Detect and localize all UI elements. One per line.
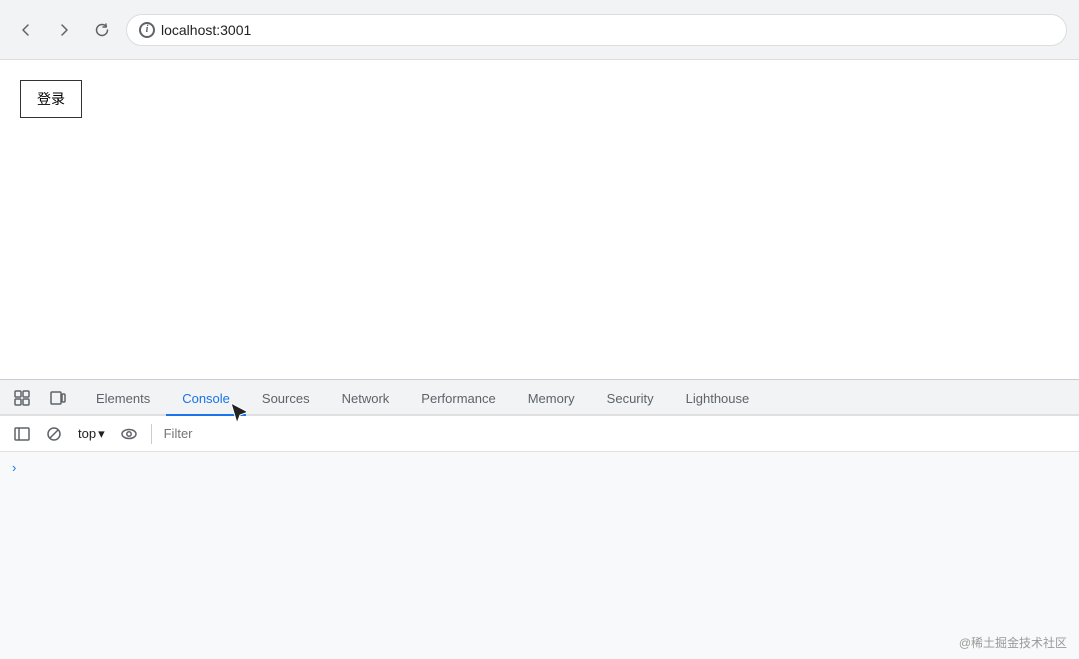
devtools-tab-bar: Elements Console Sources Network Perform…	[0, 380, 1079, 416]
login-button[interactable]: 登录	[20, 80, 82, 118]
toolbar-divider	[151, 424, 152, 444]
url-display: localhost:3001	[161, 22, 251, 38]
forward-button[interactable]	[50, 16, 78, 44]
sidebar-toggle-button[interactable]	[8, 420, 36, 448]
reload-button[interactable]	[88, 16, 116, 44]
tab-network[interactable]: Network	[326, 383, 406, 416]
tab-performance[interactable]: Performance	[405, 383, 511, 416]
tab-sources[interactable]: Sources	[246, 383, 326, 416]
page-content: 登录	[0, 60, 1079, 379]
browser-chrome: i localhost:3001	[0, 0, 1079, 60]
address-bar[interactable]: i localhost:3001	[126, 14, 1067, 46]
tab-security[interactable]: Security	[591, 383, 670, 416]
tab-elements[interactable]: Elements	[80, 383, 166, 416]
tab-console[interactable]: Console	[166, 383, 246, 416]
back-button[interactable]	[12, 16, 40, 44]
context-dropdown[interactable]: top ▾	[72, 424, 111, 444]
tab-memory[interactable]: Memory	[512, 383, 591, 416]
tab-lighthouse[interactable]: Lighthouse	[670, 383, 766, 416]
dropdown-arrow-icon: ▾	[98, 426, 105, 442]
context-label: top	[78, 426, 96, 441]
device-toolbar-icon[interactable]	[42, 382, 74, 414]
console-content: ›	[0, 452, 1079, 483]
console-toolbar: top ▾	[0, 416, 1079, 452]
filter-input[interactable]	[160, 424, 1071, 443]
watermark: @稀土掘金技术社区	[959, 634, 1067, 651]
devtools-panel: Elements Console Sources Network Perform…	[0, 379, 1079, 659]
console-arrow-icon[interactable]: ›	[12, 460, 24, 475]
inspect-element-icon[interactable]	[6, 382, 38, 414]
clear-console-button[interactable]	[40, 420, 68, 448]
eye-icon-button[interactable]	[115, 420, 143, 448]
site-info-icon[interactable]: i	[139, 22, 155, 38]
